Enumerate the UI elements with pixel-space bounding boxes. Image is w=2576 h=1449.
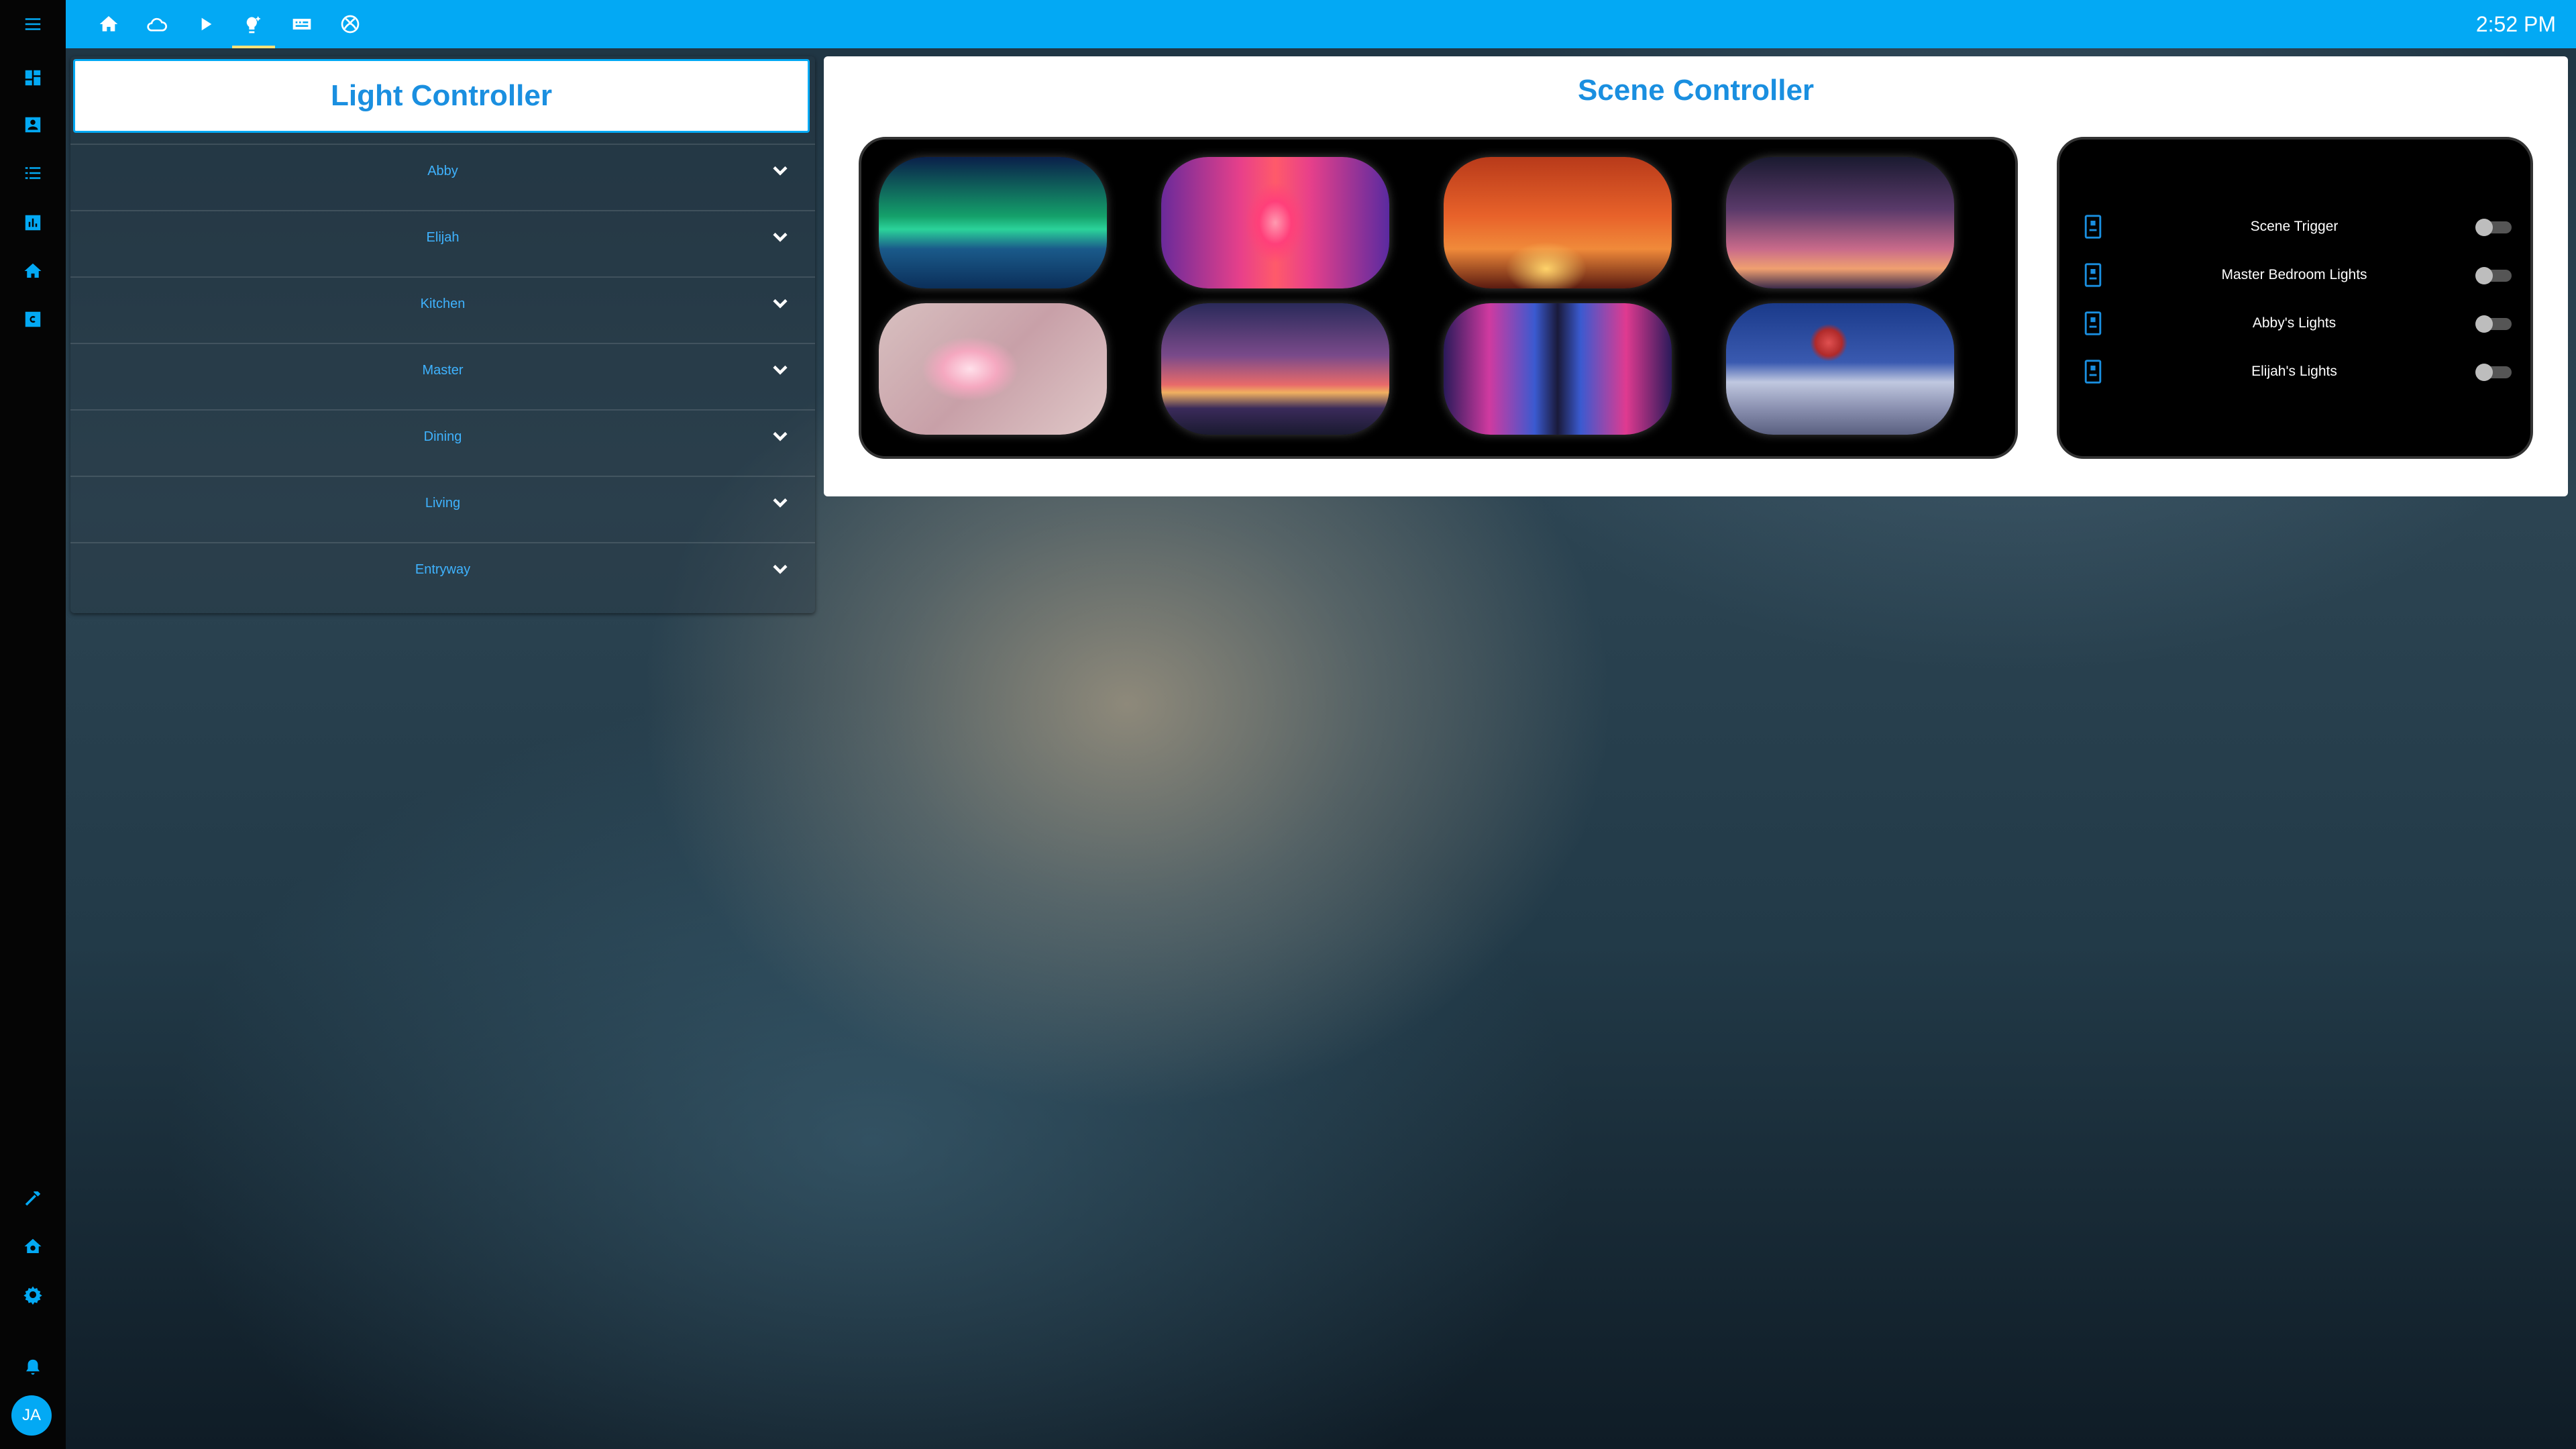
remote-icon bbox=[292, 19, 311, 30]
toggle-switch[interactable] bbox=[2475, 364, 2513, 381]
sidebar-item-chart[interactable] bbox=[0, 199, 66, 247]
room-row[interactable]: Master bbox=[70, 343, 815, 410]
sidebar-item-dashboard[interactable] bbox=[0, 54, 66, 102]
room-label: Master bbox=[422, 363, 464, 378]
hammer-icon bbox=[25, 1191, 41, 1206]
sidebar-item-developer-tools[interactable] bbox=[0, 1174, 66, 1222]
top-toolbar: 2:52 PM bbox=[66, 0, 2576, 48]
light-switch-icon bbox=[2084, 311, 2102, 335]
light-controller-title: Light Controller bbox=[73, 59, 810, 133]
chevron-down-icon[interactable] bbox=[768, 490, 792, 515]
room-row[interactable]: Abby bbox=[70, 144, 815, 211]
light-controller-card: Light Controller Abby Elijah Kitchen Master… bbox=[70, 56, 815, 613]
room-label: Living bbox=[425, 496, 461, 511]
chevron-down-icon[interactable] bbox=[768, 557, 792, 581]
bell-icon bbox=[26, 1359, 40, 1375]
scene-grid bbox=[859, 137, 2018, 459]
aurora-scene[interactable] bbox=[879, 157, 1107, 288]
toggle-knob bbox=[2475, 315, 2493, 333]
tab-cloud[interactable] bbox=[133, 0, 181, 48]
tab-lights[interactable] bbox=[229, 0, 278, 48]
chevron-down-icon[interactable] bbox=[768, 158, 792, 182]
switch-label: Scene Trigger bbox=[2250, 219, 2339, 234]
toggle-knob bbox=[2475, 364, 2493, 381]
chevron-down-icon[interactable] bbox=[768, 225, 792, 249]
avatar[interactable]: JA bbox=[11, 1395, 52, 1436]
lightbulb-sparkle-icon bbox=[246, 16, 261, 34]
switch-label: Elijah's Lights bbox=[2251, 364, 2337, 379]
chevron-down-icon[interactable] bbox=[768, 291, 792, 315]
light-switch-icon bbox=[2084, 263, 2102, 287]
room-label: Abby bbox=[427, 164, 458, 178]
toggle-switch[interactable] bbox=[2475, 267, 2513, 284]
dashboard-icon bbox=[25, 70, 41, 86]
room-row[interactable]: Living bbox=[70, 476, 815, 543]
toggle-switch[interactable] bbox=[2475, 219, 2513, 236]
neon-city-street-scene[interactable] bbox=[1444, 303, 1672, 435]
room-row[interactable]: Dining bbox=[70, 409, 815, 476]
room-label: Dining bbox=[423, 429, 462, 444]
switch-row: Scene Trigger bbox=[2059, 207, 2536, 247]
palm-dusk-scene[interactable] bbox=[1726, 157, 1954, 288]
list-icon bbox=[25, 167, 41, 179]
tab-xbox[interactable] bbox=[326, 0, 374, 48]
neon-corridor-scene[interactable] bbox=[1161, 157, 1389, 288]
sidebar-item-calendar[interactable] bbox=[0, 295, 66, 343]
sidebar: JA bbox=[0, 0, 66, 1449]
sidebar-item-home-settings[interactable] bbox=[0, 1222, 66, 1271]
red-moon-mountain-scene[interactable] bbox=[1726, 303, 1954, 435]
sidebar-item-home[interactable] bbox=[0, 247, 66, 295]
room-row[interactable]: Kitchen bbox=[70, 276, 815, 343]
beach-palms-scene[interactable] bbox=[1161, 303, 1389, 435]
light-switch-icon bbox=[2084, 360, 2102, 384]
chevron-down-icon[interactable] bbox=[768, 358, 792, 382]
tab-media[interactable] bbox=[181, 0, 229, 48]
room-label: Kitchen bbox=[420, 297, 466, 311]
scene-switch-list: Scene Trigger Master Bedroom Lights Abby's… bbox=[2057, 137, 2533, 459]
sidebar-item-list[interactable] bbox=[0, 149, 66, 197]
room-row[interactable]: Entryway bbox=[70, 542, 815, 609]
switch-label: Master Bedroom Lights bbox=[2221, 267, 2367, 282]
play-icon bbox=[201, 17, 212, 31]
hamburger-menu-icon bbox=[25, 18, 41, 30]
switch-row: Master Bedroom Lights bbox=[2059, 255, 2536, 295]
switch-row: Elijah's Lights bbox=[2059, 352, 2536, 392]
switch-label: Abby's Lights bbox=[2252, 315, 2337, 331]
settings-icon bbox=[23, 1286, 42, 1305]
calendar-c-icon bbox=[25, 311, 41, 327]
sidebar-item-notifications[interactable] bbox=[0, 1343, 66, 1391]
xbox-icon bbox=[341, 15, 360, 34]
toggle-switch[interactable] bbox=[2475, 315, 2513, 333]
sidebar-item-account[interactable] bbox=[0, 101, 66, 149]
tab-remote[interactable] bbox=[278, 0, 326, 48]
home-icon bbox=[99, 16, 118, 32]
room-row[interactable]: Elijah bbox=[70, 210, 815, 277]
clock: 2:52 PM bbox=[2475, 12, 2556, 36]
account-box-icon bbox=[25, 117, 41, 133]
chevron-down-icon[interactable] bbox=[768, 424, 792, 448]
sidebar-item-settings[interactable] bbox=[0, 1271, 66, 1319]
scene-controller-card: Scene Controller Scene Trigger Master Bed… bbox=[824, 56, 2568, 496]
tab-home[interactable] bbox=[85, 0, 133, 48]
home-icon bbox=[24, 263, 42, 278]
room-label: Elijah bbox=[426, 230, 460, 245]
avatar-initials: JA bbox=[21, 1406, 41, 1424]
cloud-icon bbox=[147, 17, 167, 32]
scene-controller-title: Scene Controller bbox=[1577, 74, 1815, 107]
toggle-knob bbox=[2475, 219, 2493, 236]
toggle-knob bbox=[2475, 267, 2493, 284]
home-gear-icon bbox=[24, 1238, 42, 1253]
room-label: Entryway bbox=[415, 562, 471, 577]
cherry-blossom-scene[interactable] bbox=[879, 303, 1107, 435]
menu-button[interactable] bbox=[0, 0, 66, 48]
chart-box-icon bbox=[25, 215, 41, 231]
switch-row: Abby's Lights bbox=[2059, 303, 2536, 343]
light-switch-icon bbox=[2084, 215, 2102, 239]
savanna-sunset-scene[interactable] bbox=[1444, 157, 1672, 288]
